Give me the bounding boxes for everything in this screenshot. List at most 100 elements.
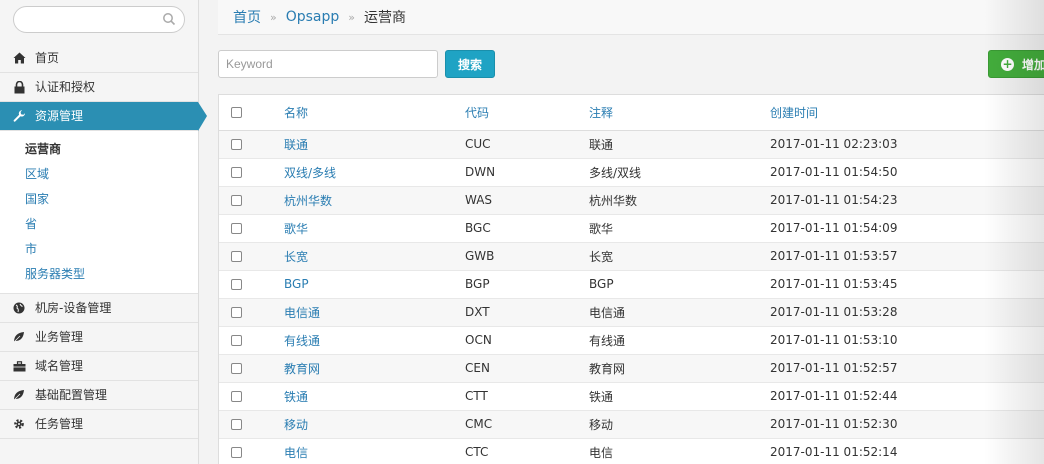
breadcrumb-separator: » (270, 10, 277, 24)
cell-code: OCN (465, 326, 589, 355)
cell-name-link[interactable]: 教育网 (284, 354, 465, 383)
cell-note: 歌华 (589, 214, 770, 243)
select-all-cell (219, 95, 284, 131)
table-row: 联通 CUC 联通 2017-01-11 02:23:03 (219, 130, 1044, 159)
table-row: 长宽 GWB 长宽 2017-01-11 01:53:57 (219, 242, 1044, 271)
cell-name-link[interactable]: 杭州华数 (284, 186, 465, 215)
column-header-name[interactable]: 名称 (284, 95, 465, 131)
cell-note: 电信 (589, 438, 770, 464)
row-checkbox[interactable] (231, 447, 242, 458)
cell-name-link[interactable]: BGP (284, 270, 465, 299)
add-button[interactable]: + 增加 (988, 50, 1044, 78)
wrench-icon (12, 109, 26, 123)
subnav-item-region[interactable]: 区域 (0, 162, 198, 187)
row-checkbox-cell (219, 158, 284, 187)
subnav-item-country[interactable]: 国家 (0, 187, 198, 212)
cell-created: 2017-01-11 01:54:23 (770, 186, 1044, 215)
row-checkbox[interactable] (231, 195, 242, 206)
sidebar-item-label: 任务管理 (35, 416, 84, 431)
cell-code: BGP (465, 270, 589, 299)
table-row: 杭州华数 WAS 杭州华数 2017-01-11 01:54:23 (219, 186, 1044, 215)
lock-icon (12, 80, 26, 94)
sidebar-subnav: 运营商 区域 国家 省 市 服务器类型 (0, 131, 198, 294)
breadcrumb-separator: » (348, 10, 356, 24)
sidebar-item-label: 业务管理 (35, 329, 84, 344)
breadcrumb-app-link[interactable]: Opsapp (286, 9, 340, 25)
subnav-item-server-type[interactable]: 服务器类型 (0, 262, 198, 287)
subnav-item-city[interactable]: 市 (0, 237, 198, 262)
sidebar-item-label: 域名管理 (35, 358, 84, 373)
row-checkbox[interactable] (231, 335, 242, 346)
sidebar-search-wrap (0, 0, 198, 44)
cell-name-link[interactable]: 双线/多线 (284, 158, 465, 187)
sidebar-item-business[interactable]: 业务管理 (0, 323, 198, 352)
sidebar-item-label: 认证和授权 (35, 79, 96, 94)
leaf-icon (12, 388, 26, 402)
cell-name-link[interactable]: 有线通 (284, 326, 465, 355)
sidebar-item-auth[interactable]: 认证和授权 (0, 73, 198, 102)
row-checkbox-cell (219, 242, 284, 271)
cell-note: 铁通 (589, 382, 770, 411)
row-checkbox-cell (219, 298, 284, 327)
subnav-item-carrier[interactable]: 运营商 (0, 137, 198, 162)
sidebar-item-home[interactable]: 首页 (0, 44, 198, 73)
cell-name-link[interactable]: 铁通 (284, 382, 465, 411)
cell-note: 教育网 (589, 354, 770, 383)
sidebar-item-resources[interactable]: 资源管理 (0, 102, 207, 131)
cell-note: BGP (589, 270, 770, 299)
sidebar-item-label: 基础配置管理 (35, 387, 108, 402)
cell-code: WAS (465, 186, 589, 215)
row-checkbox-cell (219, 382, 284, 411)
cell-name-link[interactable]: 电信 (284, 438, 465, 464)
cell-code: CUC (465, 130, 589, 159)
row-checkbox[interactable] (231, 139, 242, 150)
cell-note: 有线通 (589, 326, 770, 355)
sidebar-item-tasks[interactable]: 任务管理 (0, 410, 198, 439)
globe-icon (12, 301, 26, 315)
cell-code: BGC (465, 214, 589, 243)
cell-created: 2017-01-11 01:52:30 (770, 410, 1044, 439)
keyword-input[interactable] (218, 50, 438, 78)
cell-name-link[interactable]: 移动 (284, 410, 465, 439)
sidebar-item-label: 首页 (35, 50, 60, 65)
row-checkbox[interactable] (231, 223, 242, 234)
cell-name-link[interactable]: 电信通 (284, 298, 465, 327)
subnav-item-province[interactable]: 省 (0, 212, 198, 237)
row-checkbox[interactable] (231, 167, 242, 178)
search-button[interactable]: 搜索 (445, 50, 495, 78)
row-checkbox-cell (219, 354, 284, 383)
table-row: 歌华 BGC 歌华 2017-01-11 01:54:09 (219, 214, 1044, 243)
home-icon (12, 51, 26, 65)
table-row: 双线/多线 DWN 多线/双线 2017-01-11 01:54:50 (219, 158, 1044, 187)
cell-name-link[interactable]: 歌华 (284, 214, 465, 243)
row-checkbox[interactable] (231, 363, 242, 374)
row-checkbox[interactable] (231, 391, 242, 402)
column-header-code[interactable]: 代码 (465, 95, 589, 131)
select-all-checkbox[interactable] (231, 107, 242, 119)
sidebar-item-label: 资源管理 (35, 108, 84, 123)
table-row: 电信通 DXT 电信通 2017-01-11 01:53:28 (219, 298, 1044, 327)
row-checkbox-cell (219, 270, 284, 299)
cell-name-link[interactable]: 联通 (284, 130, 465, 159)
row-checkbox[interactable] (231, 251, 242, 262)
sidebar-search-input[interactable] (24, 7, 164, 32)
cell-created: 2017-01-11 01:53:45 (770, 270, 1044, 299)
row-checkbox-cell (219, 326, 284, 355)
cell-code: CEN (465, 354, 589, 383)
sidebar-item-base-config[interactable]: 基础配置管理 (0, 381, 198, 410)
sidebar-item-datacenter[interactable]: 机房-设备管理 (0, 294, 198, 323)
cell-created: 2017-01-11 01:53:28 (770, 298, 1044, 327)
plus-icon: + (1001, 57, 1014, 71)
row-checkbox[interactable] (231, 279, 242, 290)
row-checkbox[interactable] (231, 307, 242, 318)
search-icon[interactable] (162, 12, 176, 26)
cell-name-link[interactable]: 长宽 (284, 242, 465, 271)
column-header-created[interactable]: 创建时间 (770, 95, 1044, 131)
toolbar: 搜索 + 增加 (218, 50, 1044, 78)
column-header-note[interactable]: 注释 (589, 95, 770, 131)
table-row: 教育网 CEN 教育网 2017-01-11 01:52:57 (219, 354, 1044, 383)
row-checkbox[interactable] (231, 419, 242, 430)
breadcrumb-home-link[interactable]: 首页 (233, 7, 261, 27)
sidebar-item-domain[interactable]: 域名管理 (0, 352, 198, 381)
cell-created: 2017-01-11 01:54:50 (770, 158, 1044, 187)
